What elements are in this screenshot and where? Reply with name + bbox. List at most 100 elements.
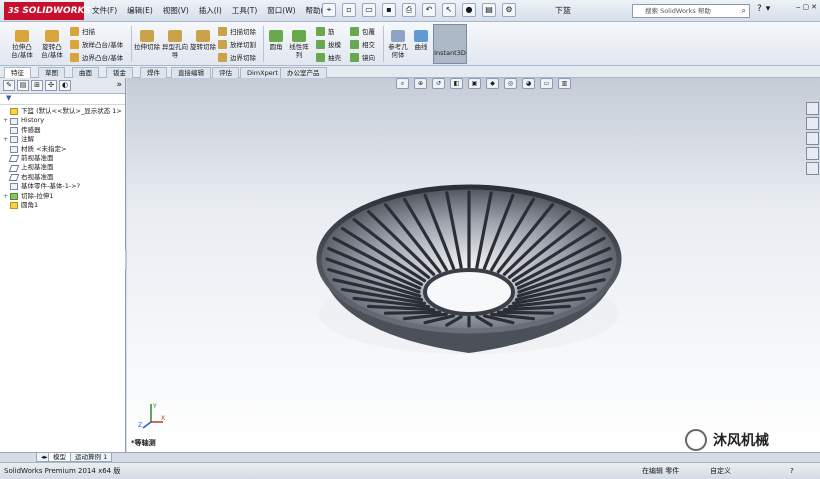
tab-sketch[interactable]: 草图: [38, 67, 65, 78]
menu-edit[interactable]: 编辑(E): [127, 5, 153, 16]
revolve-boss-button[interactable]: 旋转凸台/基体: [38, 30, 66, 59]
tree-node-front-plane[interactable]: 前视基准面: [3, 154, 125, 163]
tree-node-base-part[interactable]: 基体零件-基体-1->?: [3, 182, 125, 191]
swept-cut-button[interactable]: 扫描切除: [218, 26, 256, 36]
menu-bar: 文件(F) 编辑(E) 视图(V) 插入(I) 工具(T) 窗口(W) 帮助(H…: [92, 5, 332, 16]
help-icon[interactable]: ?: [757, 4, 762, 14]
display-manager-tab-icon[interactable]: ◐: [59, 80, 71, 91]
menu-insert[interactable]: 插入(I): [199, 5, 222, 16]
fillet-button[interactable]: 圆角: [266, 30, 286, 51]
dimxpert-manager-tab-icon[interactable]: ✣: [45, 80, 57, 91]
tab-office-products[interactable]: 办公室产品: [280, 67, 327, 78]
sweep-icon: [70, 26, 79, 36]
reference-geometry-button[interactable]: 参考几何体: [386, 30, 410, 59]
tree-node-material[interactable]: 材质 <未指定>: [3, 145, 125, 154]
part-icon: [10, 108, 18, 116]
shell-button[interactable]: 抽壳: [316, 52, 341, 62]
help-search-input[interactable]: 搜索 SolidWorks 帮助 ⌕: [632, 4, 750, 18]
rib-icon: [316, 26, 325, 36]
graphics-viewport[interactable]: ⌕ ⊕ ↺ ◧ ▣ ◆ ◎ ◕ ▭ ▥ Y X Z *等轴测 沐风机械: [127, 78, 820, 452]
svg-text:Z: Z: [138, 422, 142, 429]
sweep-button[interactable]: 扫描: [70, 26, 95, 36]
svg-text:Y: Y: [152, 403, 157, 410]
tab-sheet-metal[interactable]: 钣金: [106, 67, 133, 78]
material-icon: [10, 145, 18, 153]
boundary-cut-button[interactable]: 边界切除: [218, 52, 256, 62]
draft-button[interactable]: 拔模: [316, 39, 341, 49]
plane-icon: [8, 173, 20, 181]
open-folder-icon[interactable]: ▭: [362, 3, 376, 17]
boundary-boss-button[interactable]: 边界凸台/基体: [70, 52, 123, 62]
linear-pattern-button[interactable]: 线性阵列: [288, 30, 310, 59]
restore-icon[interactable]: ▢: [803, 3, 810, 11]
wrap-button[interactable]: 包覆: [350, 26, 375, 36]
revolve-cut-button[interactable]: 旋转切除: [190, 30, 216, 51]
tree-node-part[interactable]: 下篮 (默认<<默认>_显示状态 1>: [3, 107, 125, 116]
bottom-opening: [423, 268, 515, 316]
new-document-icon[interactable]: ▫: [342, 3, 356, 17]
solidworks-logo[interactable]: 3S SOLIDWORKS: [4, 2, 91, 20]
help-dropdown-icon[interactable]: ▾: [766, 4, 771, 14]
property-manager-tab-icon[interactable]: ▤: [17, 80, 29, 91]
menu-window[interactable]: 窗口(W): [267, 5, 295, 16]
revolve-boss-icon: [45, 30, 59, 42]
options-icon[interactable]: ⚙: [502, 3, 516, 17]
rib-button[interactable]: 筋: [316, 26, 335, 36]
extrude-cut-button[interactable]: 拉伸切除: [134, 30, 160, 51]
tree-node-sensors[interactable]: 传感器: [3, 126, 125, 135]
curves-icon: [414, 30, 428, 42]
help-status-icon[interactable]: ?: [790, 463, 794, 479]
tree-node-top-plane[interactable]: 上视基准面: [3, 163, 125, 172]
select-icon[interactable]: ↖: [442, 3, 456, 17]
title-right-tools: ? ▾: [757, 4, 770, 14]
svg-text:X: X: [161, 415, 165, 422]
tab-features[interactable]: 特征: [4, 67, 31, 78]
tab-surfaces[interactable]: 曲面: [72, 67, 99, 78]
close-icon[interactable]: ✕: [811, 3, 817, 11]
lofted-cut-button[interactable]: 放样切割: [218, 39, 256, 49]
search-icon[interactable]: ⌕: [742, 5, 746, 17]
command-manager: 拉伸凸台/基体 旋转凸台/基体 扫描 放样凸台/基体 边界凸台/基体 拉伸切除 …: [0, 22, 820, 66]
tree-node-history[interactable]: + History: [3, 116, 125, 125]
loft-button[interactable]: 放样凸台/基体: [70, 39, 123, 49]
rebuild-icon[interactable]: ●: [462, 3, 476, 17]
basket-model[interactable]: [127, 78, 820, 452]
undo-icon[interactable]: ↶: [422, 3, 436, 17]
boundary-cut-icon: [218, 52, 227, 62]
revolve-cut-icon: [196, 30, 210, 42]
tree-node-annotations[interactable]: + 注解: [3, 135, 125, 144]
tab-model[interactable]: 模型: [48, 453, 71, 462]
mirror-button[interactable]: 镜向: [350, 52, 375, 62]
edit-mode-status: 在编辑 零件: [642, 467, 680, 475]
hole-wizard-button[interactable]: 异型孔向导: [162, 30, 188, 59]
pin-icon[interactable]: ⌖: [322, 3, 336, 17]
tree-node-fillet[interactable]: 圆角1: [3, 201, 125, 210]
tab-dimxpert[interactable]: DimXpert: [240, 67, 285, 78]
tree-node-cut-extrude[interactable]: + 切除-拉伸1: [3, 192, 125, 201]
menu-tools[interactable]: 工具(T): [232, 5, 257, 16]
menu-file[interactable]: 文件(F): [92, 5, 117, 16]
units-status[interactable]: 自定义: [710, 463, 731, 479]
save-icon[interactable]: ▪: [382, 3, 396, 17]
tab-direct-editing[interactable]: 直接编辑: [171, 67, 211, 78]
tab-motion-study[interactable]: 运动算例 1: [70, 453, 113, 462]
filter-icon[interactable]: ▼: [0, 94, 125, 105]
curves-button[interactable]: 曲线: [411, 30, 431, 51]
intersect-button[interactable]: 相交: [350, 39, 375, 49]
tab-evaluate[interactable]: 评估: [212, 67, 239, 78]
feature-manager-tab-icon[interactable]: ✎: [3, 80, 15, 91]
expand-panel-icon[interactable]: »: [116, 80, 122, 91]
hole-wizard-icon: [168, 30, 182, 42]
minimize-icon[interactable]: ‒: [796, 3, 800, 11]
loft-icon: [70, 39, 79, 49]
print-icon[interactable]: ⎙: [402, 3, 416, 17]
tab-weldments[interactable]: 焊件: [140, 67, 167, 78]
file-properties-icon[interactable]: ▤: [482, 3, 496, 17]
instant3d-button[interactable]: Instant3D: [433, 24, 467, 64]
menu-view[interactable]: 视图(V): [163, 5, 189, 16]
extrude-boss-icon: [15, 30, 29, 42]
model-tabs-bar: ◂▸ 模型 运动算例 1: [0, 452, 820, 462]
configuration-manager-tab-icon[interactable]: ⊞: [31, 80, 43, 91]
extrude-boss-button[interactable]: 拉伸凸台/基体: [8, 30, 36, 59]
tree-node-right-plane[interactable]: 右视基准面: [3, 173, 125, 182]
